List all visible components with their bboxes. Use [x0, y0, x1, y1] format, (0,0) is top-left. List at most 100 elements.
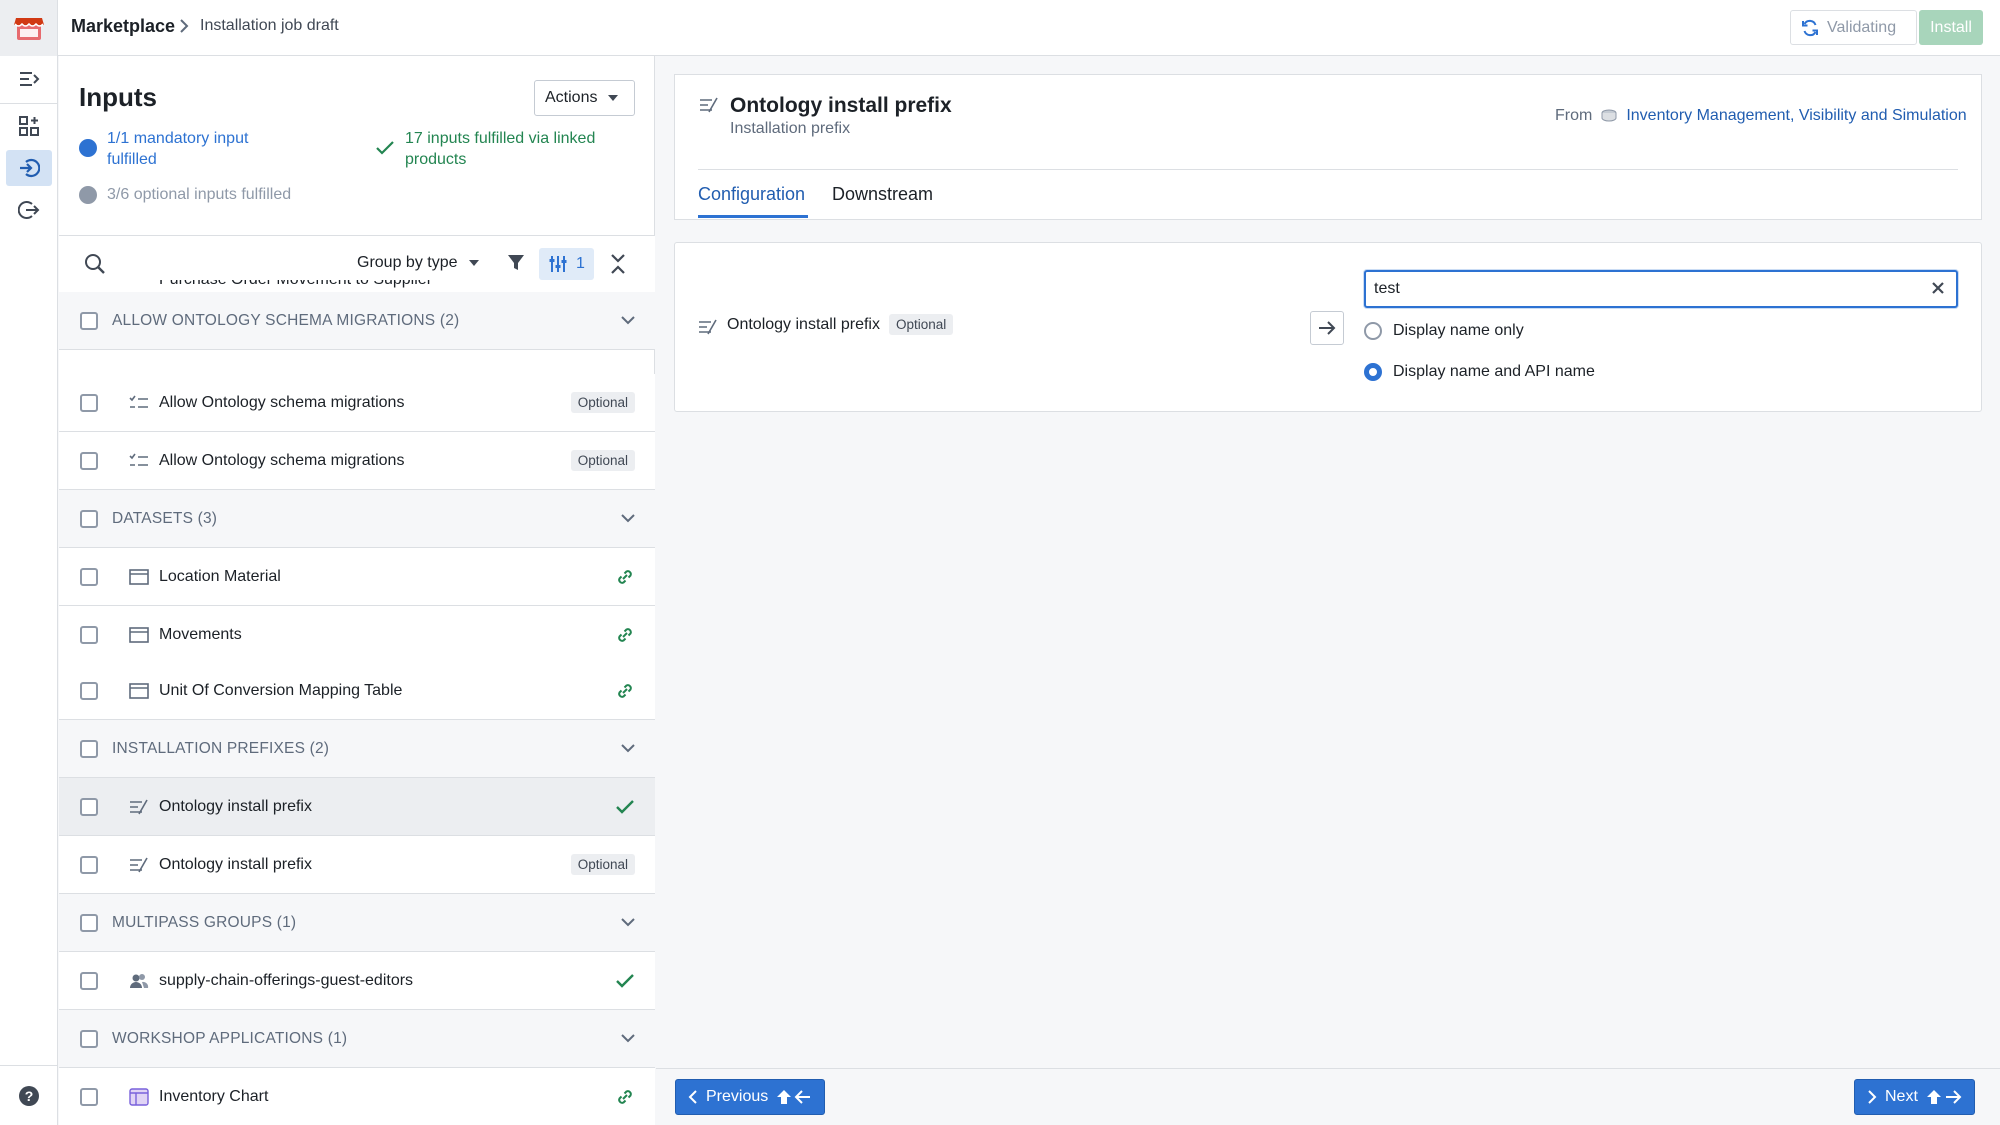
install-button[interactable]: Install: [1919, 10, 1983, 45]
prefix-icon: [698, 318, 718, 341]
arrow-right-icon: [1319, 321, 1336, 335]
group-checkbox[interactable]: [80, 913, 98, 932]
filter-icon[interactable]: [506, 253, 526, 278]
overview-nav-button[interactable]: [6, 108, 52, 144]
chevron-down-icon: [621, 316, 635, 325]
next-button[interactable]: Next: [1854, 1079, 1975, 1115]
group-header-workshop-applications[interactable]: WORKSHOP APPLICATIONS (1): [59, 1010, 655, 1068]
radio-button[interactable]: [1364, 322, 1382, 340]
grid-add-icon: [19, 116, 39, 136]
group-label: INSTALLATION PREFIXES (2): [112, 739, 330, 757]
search-icon[interactable]: [84, 253, 106, 280]
group-checkbox[interactable]: [80, 1029, 98, 1048]
group-header-multipass-groups[interactable]: MULTIPASS GROUPS (1): [59, 894, 655, 952]
validating-button[interactable]: Validating: [1790, 10, 1917, 45]
tab-configuration[interactable]: Configuration: [698, 184, 805, 205]
tab-downstream[interactable]: Downstream: [832, 184, 933, 205]
chevron-down-icon: [621, 1034, 635, 1043]
actions-label: Actions: [545, 89, 598, 106]
item-label: Unit Of Conversion Mapping Table: [159, 681, 403, 699]
detail-title: Ontology install prefix: [730, 94, 952, 117]
breadcrumb-marketplace[interactable]: Marketplace: [71, 16, 175, 37]
outputs-nav-button[interactable]: [6, 192, 52, 228]
list-item-selected[interactable]: Ontology install prefix: [59, 778, 655, 836]
column-filter-button[interactable]: 1: [539, 248, 594, 280]
radio-label: Display name only: [1393, 322, 1524, 339]
tabs-divider: [698, 169, 1958, 170]
actions-button[interactable]: Actions: [534, 80, 635, 116]
linked-line-2: products: [405, 151, 467, 168]
list-item[interactable]: Inventory Chart: [59, 1068, 655, 1125]
group-checkbox[interactable]: [80, 509, 98, 528]
dataset-icon: [129, 681, 149, 701]
group-label: MULTIPASS GROUPS (1): [112, 913, 297, 931]
collapse-all-icon[interactable]: [609, 253, 627, 280]
help-icon[interactable]: ?: [18, 1085, 40, 1112]
dataset-icon: [129, 625, 149, 645]
validating-label: Validating: [1827, 18, 1897, 36]
radio-display-name-only[interactable]: Display name only: [1364, 322, 1524, 340]
radio-display-name-and-api-name[interactable]: Display name and API name: [1364, 363, 1595, 381]
list-item[interactable]: Movements: [59, 606, 655, 664]
prefix-icon: [698, 96, 720, 119]
item-checkbox[interactable]: [80, 1087, 98, 1106]
link-icon: [618, 1089, 632, 1104]
list-item[interactable]: Unit Of Conversion Mapping Table: [59, 662, 655, 720]
prefix-input[interactable]: [1364, 270, 1958, 308]
optional-tag: Optional: [570, 854, 635, 875]
group-header-installation-prefixes[interactable]: INSTALLATION PREFIXES (2): [59, 720, 655, 778]
item-checkbox[interactable]: [80, 681, 98, 700]
chevron-down-icon: [621, 514, 635, 523]
prefix-icon: [129, 855, 149, 875]
group-by-select[interactable]: Group by type: [357, 254, 480, 272]
source-product: From Inventory Management, Visibility an…: [1555, 107, 1967, 125]
mandatory-status-dot: [79, 139, 97, 157]
group-header-allow-ontology-schema-migrations[interactable]: ALLOW ONTOLOGY SCHEMA MIGRATIONS (2): [59, 292, 655, 350]
prefix-icon: [129, 797, 149, 817]
item-checkbox[interactable]: [80, 625, 98, 644]
list-item[interactable]: Allow Ontology schema migrations Optiona…: [59, 432, 655, 490]
radio-button-selected[interactable]: [1364, 363, 1382, 381]
mandatory-line-1: 1/1 mandatory input: [107, 130, 249, 147]
group-header-datasets[interactable]: DATASETS (3): [59, 490, 655, 548]
source-product-link[interactable]: Inventory Management, Visibility and Sim…: [1626, 107, 1966, 125]
item-label: Location Material: [159, 567, 281, 585]
optional-tag: Optional: [570, 450, 635, 471]
cut-off-row: Purchase Order Movement to Supplier: [59, 280, 655, 292]
workshop-icon: [129, 1087, 149, 1107]
toggle-sidebar-button[interactable]: [6, 61, 52, 97]
item-checkbox[interactable]: [80, 567, 98, 586]
caret-down-icon: [608, 95, 619, 101]
log-in-icon: [20, 158, 40, 178]
item-checkbox[interactable]: [80, 797, 98, 816]
optional-status-dot: [79, 186, 97, 204]
item-checkbox[interactable]: [80, 855, 98, 874]
item-checkbox[interactable]: [80, 393, 98, 412]
filter-count: 1: [576, 255, 585, 272]
list-item[interactable]: Ontology install prefix Optional: [59, 836, 655, 894]
cut-off-row-label: Purchase Order Movement to Supplier: [159, 280, 432, 289]
mandatory-line-2: fulfilled: [107, 151, 157, 168]
list-item[interactable]: supply-chain-offerings-guest-editors: [59, 952, 655, 1010]
previous-button[interactable]: Previous: [675, 1079, 826, 1115]
item-checkbox[interactable]: [80, 971, 98, 990]
store-icon: [13, 18, 44, 40]
check-icon: [375, 139, 395, 162]
item-label: Inventory Chart: [159, 1087, 269, 1105]
group-checkbox[interactable]: [80, 311, 98, 330]
refresh-icon: [1802, 19, 1818, 36]
marketplace-logo[interactable]: [0, 0, 58, 56]
list-item[interactable]: Location Material: [59, 548, 655, 606]
group-icon: [129, 971, 149, 991]
group-checkbox[interactable]: [80, 739, 98, 758]
svg-text:?: ?: [25, 1088, 34, 1104]
group-label: ALLOW ONTOLOGY SCHEMA MIGRATIONS (2): [112, 311, 460, 329]
list-item[interactable]: Allow Ontology schema migrations Optiona…: [59, 374, 655, 432]
clear-input-icon[interactable]: [1928, 278, 1948, 298]
optional-status: 3/6 optional inputs fulfilled: [107, 186, 292, 203]
checklist-icon: [129, 393, 149, 413]
from-label: From: [1555, 107, 1593, 124]
item-checkbox[interactable]: [80, 451, 98, 470]
apply-arrow-button[interactable]: [1310, 311, 1344, 345]
inputs-nav-button[interactable]: [6, 150, 52, 186]
